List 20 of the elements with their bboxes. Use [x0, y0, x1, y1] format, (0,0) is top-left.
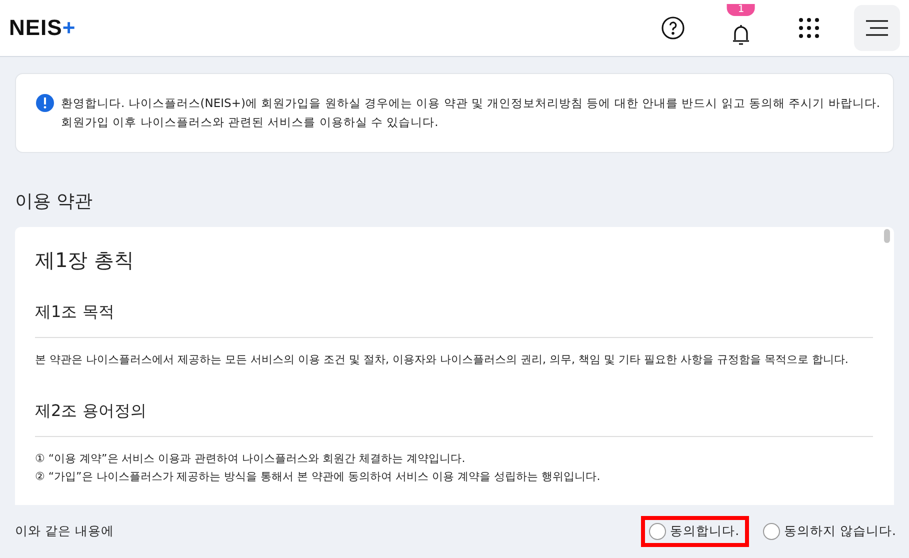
- notice-text: 환영합니다. 나이스플러스(NEIS+)에 회원가입을 원하실 경우에는 이용 약관 및 개인정보처리방침 등에 대한 안내를 반드시 읽고 동의해 주시기 바랍니다.: [61, 95, 880, 112]
- menu-button[interactable]: [854, 5, 900, 51]
- notice-text: 회원가입 이후 나이스플러스와 관련된 서비스를 이용하실 수 있습니다.: [61, 114, 440, 131]
- radio-button[interactable]: [763, 522, 780, 540]
- chapter-title: 제1장 총칙: [35, 247, 136, 274]
- menu-icon: [865, 19, 889, 37]
- article-title: 제2조 용어정의: [35, 401, 873, 437]
- article-text: ② “가입”은 나이스플러스가 제공하는 방식을 통해서 본 약관에 동의하여 서비스 이용 계약을 성립하는 행위입니다.: [35, 469, 602, 485]
- scrollbar-thumb[interactable]: [884, 229, 890, 243]
- logo[interactable]: NEIS+: [9, 15, 76, 41]
- notification-badge: 1: [726, 4, 756, 16]
- section-title: 이용 약관: [15, 190, 94, 213]
- article-title: 제1조 목적: [35, 302, 873, 338]
- article-text: ① “이용 계약”은 서비스 이용과 관련하여 나이스플러스와 회원간 체결하는 계약입니다.: [35, 451, 466, 467]
- agreement-prompt: 이와 같은 내용에: [15, 522, 114, 540]
- agreement-option[interactable]: 동의하지 않습니다.: [755, 516, 906, 546]
- radio-button[interactable]: [649, 522, 666, 540]
- agreement-option[interactable]: 동의합니다.: [641, 516, 750, 546]
- article-text: 본 약관은 나이스플러스에서 제공하는 모든 서비스의 이용 조건 및 절차, 이용자와 나이스플러스의 권리, 의무, 책임 및 기타 필요한 사항을 규정함을 목적으로 합니다.: [35, 352, 850, 368]
- info-icon: [36, 94, 54, 112]
